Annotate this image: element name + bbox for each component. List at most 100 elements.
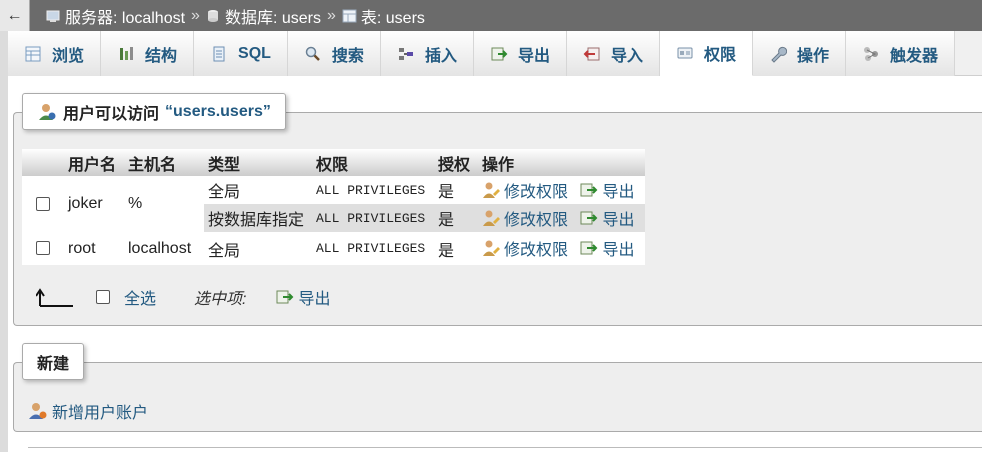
cell-type: 按数据库指定 (204, 204, 312, 232)
bulk-export-link[interactable]: 导出 (276, 285, 330, 309)
tab-bar: 浏览 结构 SQL 搜索 插入 导出 导入 权限 操作 触发器 (8, 31, 982, 76)
cell-username: root (68, 239, 96, 257)
edit-privileges-link[interactable]: 修改权限 (482, 206, 568, 230)
tab-operations[interactable]: 操作 (753, 31, 847, 76)
table-icon (342, 9, 357, 22)
row-checkbox-joker[interactable] (36, 196, 50, 211)
bulk-actions-row: 全选 选中项: 导出 (36, 285, 330, 309)
select-arrow-icon (36, 288, 73, 307)
new-user-panel (13, 362, 982, 432)
header-checkbox (22, 149, 64, 176)
tab-triggers-label: 触发器 (890, 47, 939, 65)
tab-triggers[interactable]: 触发器 (846, 31, 956, 76)
cell-privileges: ALL PRIVILEGES (312, 204, 434, 232)
wrench-icon (771, 46, 787, 63)
export-link[interactable]: 导出 (580, 206, 634, 230)
cell-privileges: ALL PRIVILEGES (316, 241, 426, 256)
new-user-legend-text: 新建 (37, 355, 70, 373)
tab-privileges[interactable]: 权限 (659, 31, 753, 76)
user-icon (39, 103, 56, 120)
bottom-divider (28, 447, 982, 448)
breadcrumb-database[interactable]: 数据库: users (206, 4, 321, 28)
header-privileges: 权限 (312, 149, 434, 176)
sql-icon (213, 46, 225, 61)
export-icon (491, 47, 508, 60)
cell-grant: 是 (438, 242, 455, 260)
cell-username: joker (68, 195, 103, 212)
edit-user-icon (483, 182, 500, 198)
breadcrumb-server[interactable]: 服务器: localhost (46, 4, 185, 28)
edit-privileges-link[interactable]: 修改权限 (482, 178, 568, 202)
export-icon (276, 290, 294, 304)
tab-insert-label: 插入 (424, 47, 457, 65)
tab-browse-label: 浏览 (52, 47, 85, 65)
breadcrumb-separator: » (191, 6, 200, 24)
export-icon (580, 183, 598, 196)
tab-operations-label: 操作 (797, 47, 830, 65)
breadcrumb-database-label: 数据库: users (224, 9, 321, 27)
export-link[interactable]: 导出 (580, 236, 634, 260)
select-all-checkbox[interactable] (96, 290, 110, 304)
table-row: joker % 全局 ALL PRIVILEGES 是 修改权限 导出 (22, 176, 645, 212)
table-header-row: 用户名 主机名 类型 权限 授权 操作 (22, 149, 645, 176)
left-strip (0, 31, 8, 452)
search-icon (305, 46, 320, 61)
tab-insert[interactable]: 插入 (380, 31, 474, 76)
edit-user-icon (483, 240, 500, 256)
tab-structure[interactable]: 结构 (101, 31, 195, 76)
tab-browse[interactable]: 浏览 (8, 31, 102, 76)
tab-import[interactable]: 导入 (566, 31, 660, 76)
tab-privileges-label: 权限 (703, 47, 736, 64)
table-row: root localhost 全局 ALL PRIVILEGES 是 修改权限 … (22, 232, 645, 265)
export-link[interactable]: 导出 (580, 178, 634, 202)
back-arrow-icon: ← (6, 6, 23, 24)
tab-search-label: 搜索 (331, 47, 364, 65)
header-grant: 授权 (434, 149, 478, 176)
add-user-label: 新增用户账户 (52, 405, 149, 422)
edit-privileges-label: 修改权限 (504, 211, 569, 229)
tab-sql-label: SQL (238, 44, 271, 62)
export-label: 导出 (602, 183, 635, 201)
header-username: 用户名 (64, 149, 124, 176)
with-selected-label: 选中项: (194, 291, 247, 308)
cell-type: 全局 (208, 184, 241, 201)
edit-privileges-link[interactable]: 修改权限 (482, 236, 568, 260)
add-user-link[interactable]: 新增用户账户 (28, 399, 148, 423)
tab-export[interactable]: 导出 (473, 31, 567, 76)
breadcrumb-table-label: 表: users (360, 9, 425, 27)
breadcrumb-table[interactable]: 表: users (342, 4, 425, 28)
breadcrumb-server-label: 服务器: localhost (65, 9, 186, 27)
privileges-table: 用户名 主机名 类型 权限 授权 操作 joker % 全局 ALL PRIVI… (22, 149, 645, 265)
edit-user-icon (483, 210, 500, 226)
browse-icon (25, 46, 41, 61)
edit-privileges-label: 修改权限 (504, 183, 569, 201)
cell-grant: 是 (434, 204, 478, 232)
header-type: 类型 (204, 149, 312, 176)
header-actions: 操作 (478, 149, 645, 176)
cell-actions: 修改权限 导出 (478, 232, 645, 265)
tab-search[interactable]: 搜索 (287, 31, 381, 76)
add-user-icon (29, 403, 47, 419)
cell-grant: 是 (438, 184, 455, 201)
cell-type: 全局 (208, 242, 241, 260)
export-icon (580, 211, 598, 224)
header-hostname: 主机名 (124, 149, 204, 176)
server-icon (46, 10, 60, 22)
cell-actions: 修改权限 导出 (478, 204, 645, 232)
user-access-legend-table: “users.users” (165, 102, 271, 120)
structure-icon (120, 46, 134, 60)
export-icon (580, 241, 598, 255)
cell-hostname: localhost (128, 239, 192, 257)
database-icon (207, 9, 218, 22)
bulk-export-label: 导出 (298, 291, 331, 308)
user-access-legend: 用户可以访问 “users.users” (22, 93, 286, 130)
breadcrumb-bar: ← 服务器: localhost » 数据库: users » 表: users (0, 0, 982, 31)
new-user-legend: 新建 (22, 343, 85, 380)
back-button[interactable]: ← (0, 0, 30, 31)
breadcrumb-separator: » (326, 6, 336, 24)
tab-sql[interactable]: SQL (194, 31, 288, 76)
select-all-label[interactable]: 全选 (124, 285, 156, 309)
tab-export-label: 导出 (517, 47, 550, 65)
row-checkbox-root[interactable] (36, 241, 50, 256)
user-access-legend-text: 用户可以访问 (63, 105, 160, 123)
